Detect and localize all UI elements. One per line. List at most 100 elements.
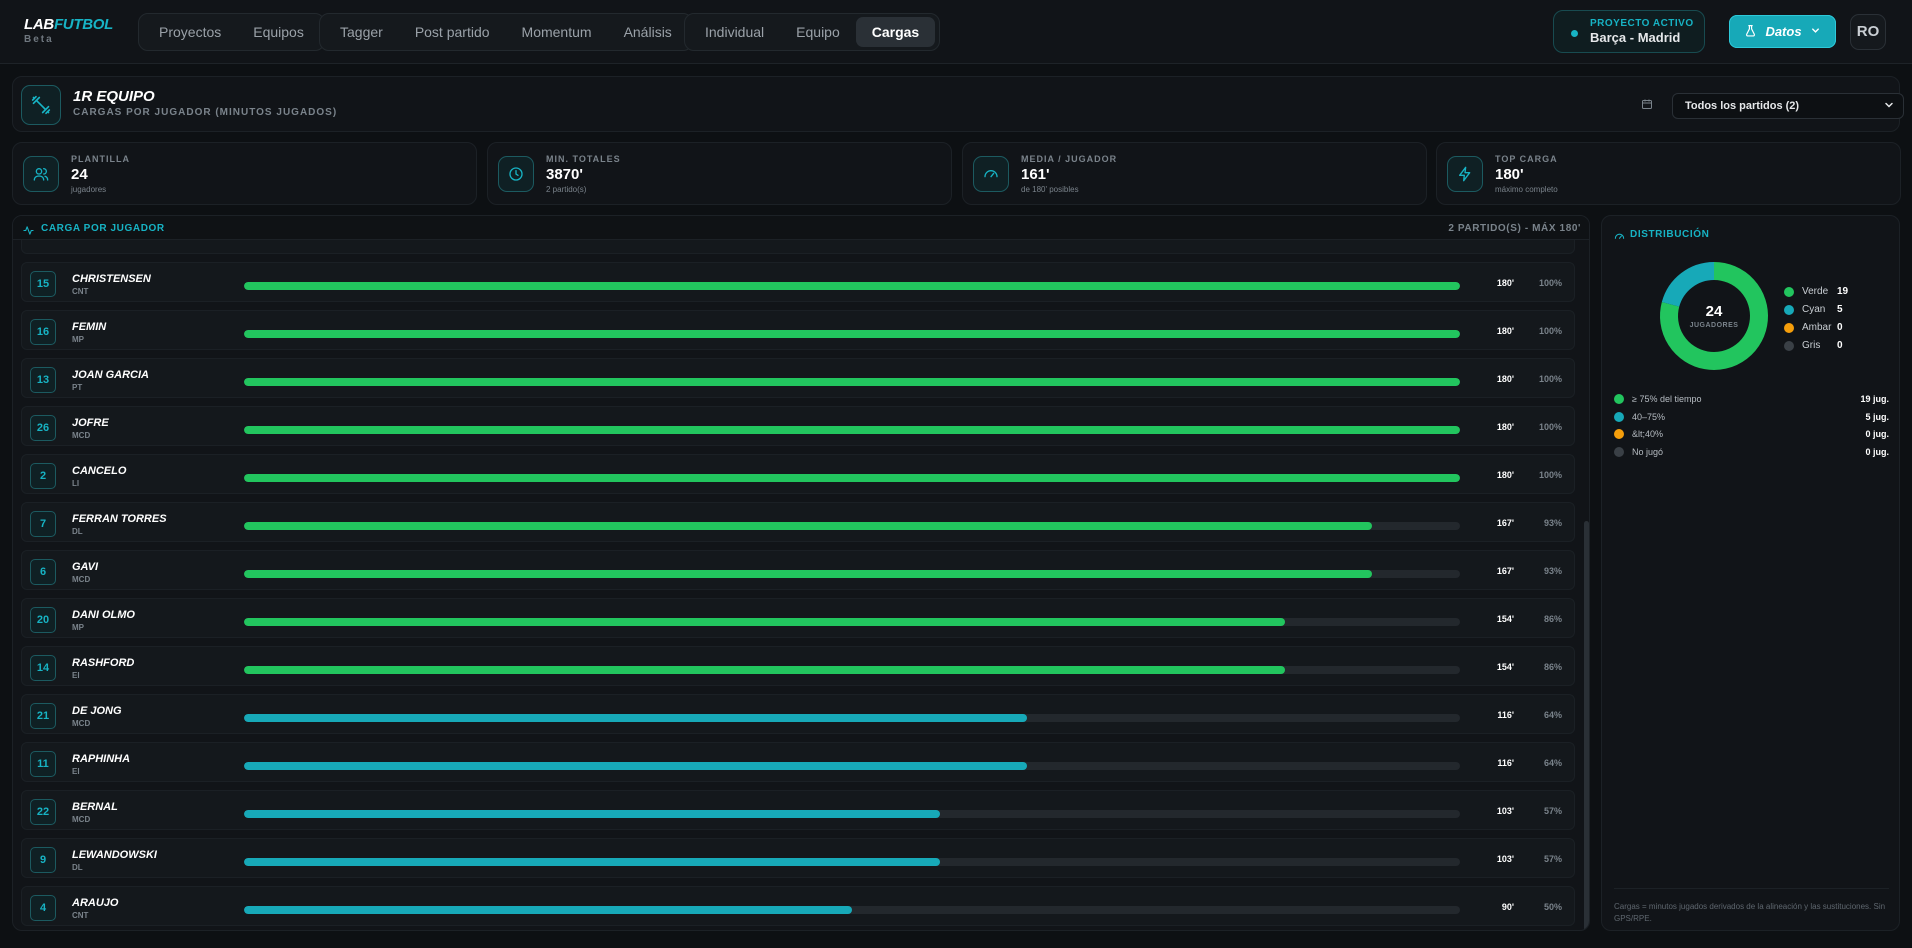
- player-minutes: 180': [1496, 326, 1514, 336]
- dumbbell-icon: [21, 85, 61, 125]
- breakdown-swatch: [1614, 394, 1624, 404]
- breakdown-count: 0 jug.: [1865, 446, 1889, 457]
- load-bar-fill: [244, 522, 1373, 530]
- load-bar-track: [244, 522, 1460, 530]
- users-icon: [23, 156, 59, 192]
- nav-proyectos[interactable]: Proyectos: [143, 17, 237, 47]
- breakdown-label: 40–75%: [1632, 411, 1666, 422]
- player-position: MCD: [72, 431, 91, 440]
- bolt-icon: [1447, 156, 1483, 192]
- flask-icon: [1744, 24, 1757, 40]
- footnote: Cargas = minutos jugados derivados de la…: [1614, 888, 1889, 925]
- player-percent: 100%: [1538, 422, 1562, 432]
- player-minutes: 180': [1496, 278, 1514, 288]
- legend-swatch: [1784, 305, 1794, 315]
- match-filter-select[interactable]: Todos los partidos (2): [1672, 93, 1904, 119]
- player-position: MCD: [72, 815, 91, 824]
- breakdown-swatch: [1614, 446, 1624, 457]
- stat-card-plantilla: PLANTILLA 24 jugadores: [12, 142, 477, 205]
- breakdown-row: 40–75% 5 jug.: [1614, 411, 1889, 425]
- table-row[interactable]: 22 BERNAL MCD 103' 57%: [21, 790, 1575, 830]
- user-avatar[interactable]: RO: [1850, 14, 1886, 50]
- nav-individual[interactable]: Individual: [689, 17, 780, 47]
- player-position: MCD: [72, 575, 91, 584]
- panel-meta: 2 PARTIDO(S) - MÁX 180': [1448, 223, 1581, 234]
- load-bar-fill: [244, 858, 940, 866]
- player-minutes: 167': [1496, 566, 1514, 576]
- player-name: CHRISTENSEN: [72, 273, 151, 285]
- stat-value: 3870': [546, 166, 583, 183]
- load-bar-track: [244, 858, 1460, 866]
- table-row[interactable]: 21 DE JONG MCD 116' 64%: [21, 694, 1575, 734]
- clock-icon: [498, 156, 534, 192]
- table-row[interactable]: 11 RAPHINHA EI 116' 64%: [21, 742, 1575, 782]
- player-number: 7: [30, 511, 56, 537]
- datos-label: Datos: [1765, 24, 1802, 39]
- nav-analisis[interactable]: Análisis: [608, 17, 688, 47]
- player-number: 21: [30, 703, 56, 729]
- player-name: DANI OLMO: [72, 609, 135, 621]
- player-position: LI: [72, 479, 80, 488]
- player-number: 26: [30, 415, 56, 441]
- datos-button[interactable]: Datos: [1729, 15, 1836, 48]
- table-row[interactable]: 26 JOFRE MCD 180' 100%: [21, 406, 1575, 446]
- player-name: FEMIN: [72, 321, 107, 333]
- player-number: 16: [30, 319, 56, 345]
- player-number: 15: [30, 271, 56, 297]
- chevron-down-icon: [1810, 24, 1821, 39]
- nav-equipos[interactable]: Equipos: [237, 17, 320, 47]
- load-bar-fill: [244, 810, 940, 818]
- load-bar-track: [244, 714, 1460, 722]
- nav-cargas[interactable]: Cargas: [855, 17, 936, 47]
- nav-equipo[interactable]: Equipo: [780, 17, 856, 47]
- table-row[interactable]: 14 RASHFORD EI 154' 86%: [21, 646, 1575, 686]
- breakdown-row: &lt;40% 0 jug.: [1614, 428, 1889, 442]
- breakdown-count: 0 jug.: [1865, 429, 1889, 439]
- table-row[interactable]: 20 DANI OLMO MP 154' 86%: [21, 598, 1575, 638]
- player-number: 9: [30, 847, 56, 873]
- stat-label: PLANTILLA: [71, 154, 130, 164]
- active-project-badge[interactable]: PROYECTO ACTIVO Barça - Madrid: [1553, 10, 1705, 53]
- player-percent: 86%: [1543, 614, 1562, 624]
- player-position: CNT: [72, 911, 89, 920]
- table-row[interactable]: 4 ARAUJO CNT 90' 50%: [21, 886, 1575, 926]
- player-number: 4: [30, 895, 56, 921]
- table-row[interactable]: 16 FEMIN MP 180' 100%: [21, 310, 1575, 350]
- stat-value: 24: [71, 166, 88, 183]
- legend-name: Gris: [1802, 340, 1821, 351]
- table-row[interactable]: 2 CANCELO LI 180' 100%: [21, 454, 1575, 494]
- table-row[interactable]: 13 JOAN GARCIA PT 180' 100%: [21, 358, 1575, 398]
- legend-swatch: [1784, 323, 1794, 333]
- status-dot: [1571, 30, 1578, 37]
- load-bar-track: [244, 618, 1460, 626]
- load-bar-fill: [244, 330, 1460, 338]
- scrollbar[interactable]: [1584, 521, 1589, 930]
- player-name: LEWANDOWSKI: [72, 849, 157, 861]
- load-bar-fill: [244, 570, 1373, 578]
- table-row[interactable]: 7 FERRAN TORRES DL 167' 93%: [21, 502, 1575, 542]
- player-percent: 100%: [1538, 278, 1562, 288]
- load-bar-track: [244, 378, 1460, 386]
- table-row[interactable]: 9 LEWANDOWSKI DL 103' 57%: [21, 838, 1575, 878]
- player-number: 6: [30, 559, 56, 585]
- panel-header: CARGA POR JUGADOR 2 PARTIDO(S) - MÁX 180…: [13, 216, 1589, 240]
- player-list[interactable]: 15 CHRISTENSEN CNT 180' 100% 16 FEMIN MP 180' 100…: [13, 240, 1579, 930]
- table-row[interactable]: [21, 240, 1575, 254]
- nav-group-projects: Proyectos Equipos: [138, 13, 325, 51]
- nav-post-partido[interactable]: Post partido: [399, 17, 506, 47]
- logo-part-b: FUTBOL: [53, 16, 113, 33]
- team-header: 1R EQUIPO CARGAS POR JUGADOR (MINUTOS JU…: [12, 76, 1904, 132]
- chevron-down-icon: [1883, 99, 1895, 114]
- player-minutes: 180': [1496, 422, 1514, 432]
- nav-momentum[interactable]: Momentum: [506, 17, 608, 47]
- breakdown-label: No jugó: [1632, 446, 1664, 457]
- app-logo[interactable]: LABFUTBOL Beta: [24, 16, 113, 45]
- player-number: 2: [30, 463, 56, 489]
- nav-tagger[interactable]: Tagger: [324, 17, 399, 47]
- player-percent: 93%: [1543, 518, 1562, 528]
- player-minutes: 116': [1497, 758, 1514, 768]
- table-row[interactable]: 15 CHRISTENSEN CNT 180' 100%: [21, 262, 1575, 302]
- table-row[interactable]: 6 GAVI MCD 167' 93%: [21, 550, 1575, 590]
- legend-name: Verde: [1802, 286, 1829, 297]
- player-name: BERNAL: [72, 801, 118, 813]
